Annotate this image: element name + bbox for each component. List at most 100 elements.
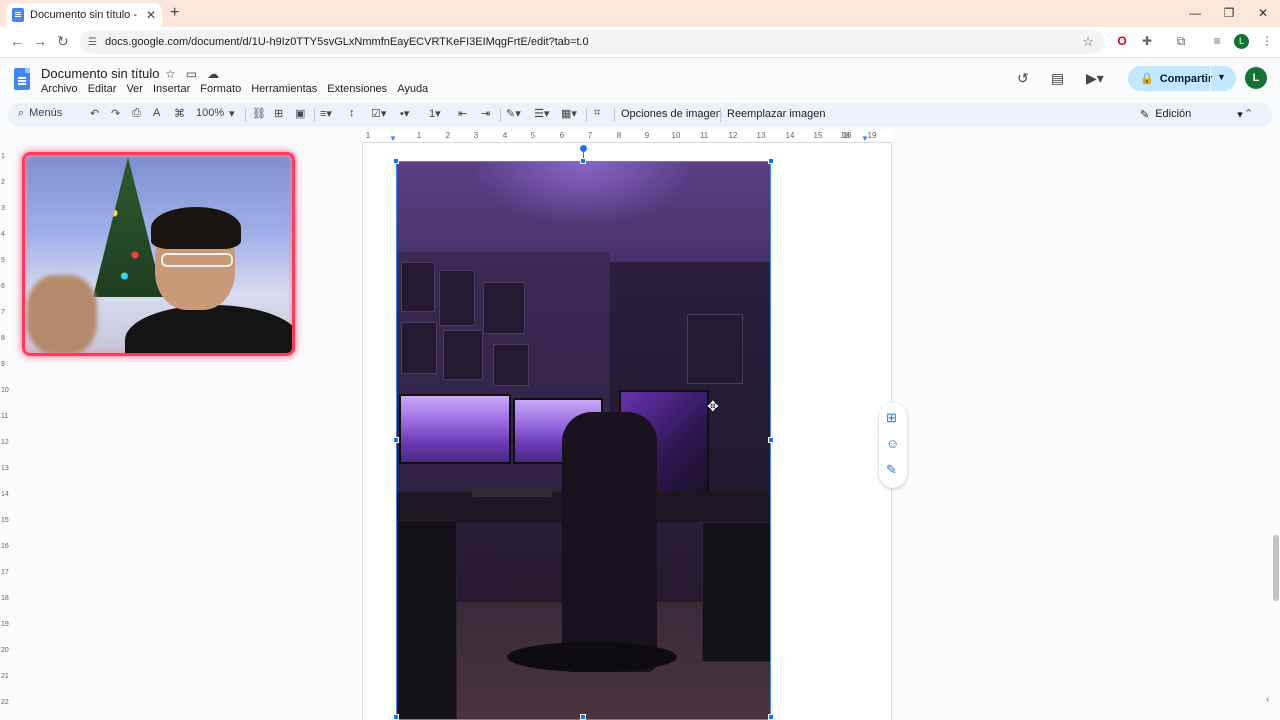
undo-icon[interactable]: ↶ — [90, 107, 99, 120]
bulleted-list-icon[interactable]: •▾ — [400, 107, 409, 120]
numbered-list-icon[interactable]: 1▾ — [429, 107, 441, 120]
menu-formato[interactable]: Formato — [200, 83, 246, 95]
inserted-image[interactable] — [396, 161, 771, 720]
border-color-icon[interactable]: ✎▾ — [506, 107, 521, 120]
resize-handle-bottom[interactable] — [580, 714, 586, 720]
move-folder-icon[interactable]: ▭ — [186, 67, 197, 81]
add-comment-icon[interactable]: ⊞ — [274, 107, 283, 120]
zoom-select[interactable]: 100% — [196, 107, 224, 119]
scrollbar-thumb[interactable] — [1273, 535, 1279, 601]
increase-indent-icon[interactable]: ⇥ — [481, 107, 490, 120]
image-monitor-left — [399, 394, 511, 464]
resize-handle-right[interactable] — [768, 437, 774, 443]
image-options-button[interactable]: Opciones de imagen — [621, 108, 722, 120]
browser-tab[interactable]: Documento sin título - Docum ✕ — [6, 3, 162, 27]
close-window-icon[interactable]: ✕ — [1246, 0, 1280, 27]
horizontal-ruler[interactable]: 1 1 2 3 4 5 6 7 8 9 10 11 12 13 14 15 16… — [362, 131, 892, 143]
vruler-tick: 10 — [1, 387, 9, 394]
resize-handle-bottom-right[interactable] — [768, 714, 774, 720]
replace-image-button[interactable]: Reemplazar imagen — [727, 108, 825, 120]
webcam-person-glasses — [161, 253, 233, 267]
add-comment-icon[interactable]: ⊞ — [886, 410, 897, 426]
resize-handle-top-right[interactable] — [768, 158, 774, 164]
side-panel-toggle-icon[interactable]: ‹ — [1266, 694, 1269, 705]
profile-avatar-small[interactable]: L — [1234, 34, 1249, 49]
print-icon[interactable]: ⎙ — [132, 107, 141, 120]
paint-format-icon[interactable]: ⌘ — [174, 107, 185, 120]
menu-archivo[interactable]: Archivo — [41, 83, 83, 95]
docs-header: Documento sin título ☆ ▭ ☁ Archivo Edita… — [0, 58, 1280, 102]
vruler-tick: 5 — [1, 257, 5, 264]
reload-icon[interactable]: ↻ — [57, 33, 69, 50]
browser-menu-icon[interactable]: ⋮ — [1260, 34, 1274, 48]
image-shelf-poster — [687, 314, 743, 384]
suggest-edits-icon[interactable]: ✎ — [886, 462, 897, 478]
account-avatar[interactable]: L — [1245, 67, 1267, 89]
editing-mode-select[interactable]: ✎ Edición ▾ — [1140, 108, 1243, 121]
rotation-handle[interactable] — [580, 145, 587, 152]
resize-handle-top-left[interactable] — [393, 158, 399, 164]
mode-dropdown-icon: ▾ — [1237, 109, 1243, 121]
resize-handle-top[interactable] — [580, 158, 586, 164]
site-info-icon[interactable]: ☰ — [88, 37, 97, 48]
close-tab-icon[interactable]: ✕ — [146, 8, 156, 22]
webcam-person-body — [125, 305, 292, 353]
document-scrollbar[interactable] — [1272, 143, 1280, 720]
window-controls: — ❐ ✕ — [1178, 0, 1280, 27]
reading-list-icon[interactable]: ≡ — [1210, 34, 1224, 48]
forward-icon[interactable]: → — [33, 33, 47, 49]
toolbar-divider — [614, 108, 615, 122]
checklist-icon[interactable]: ☑▾ — [371, 107, 386, 120]
vertical-ruler[interactable]: 1 2 3 4 5 6 7 8 9 10 11 12 13 14 15 16 1… — [0, 143, 10, 720]
right-indent-marker-icon[interactable]: ▼ — [861, 134, 869, 143]
ruler-tick: 10 — [671, 131, 681, 140]
address-bar[interactable]: ☰ docs.google.com/document/d/1U-h9Iz0TTY… — [80, 30, 1104, 54]
menu-ver[interactable]: Ver — [126, 83, 148, 95]
add-emoji-reaction-icon[interactable]: ☺ — [886, 436, 899, 451]
minimize-icon[interactable]: — — [1178, 0, 1212, 27]
extensions-icon[interactable]: ✚ — [1140, 34, 1154, 48]
menu-editar[interactable]: Editar — [88, 83, 122, 95]
menu-ayuda[interactable]: Ayuda — [397, 83, 433, 95]
menu-bar: Archivo Editar Ver Insertar Formato Herr… — [41, 83, 438, 95]
docs-logo-icon[interactable] — [14, 68, 30, 90]
resize-handle-left[interactable] — [393, 437, 399, 443]
menu-herramientas[interactable]: Herramientas — [251, 83, 322, 95]
move-cursor-icon: ✥ — [707, 398, 719, 414]
border-dash-icon[interactable]: ▦▾ — [561, 107, 577, 120]
link-icon[interactable]: ⛓ — [252, 107, 266, 120]
menu-search[interactable]: ⌕ Menús — [18, 107, 62, 120]
comments-icon[interactable]: ▤ — [1051, 70, 1064, 87]
vruler-tick: 2 — [1, 179, 5, 186]
new-tab-button[interactable]: + — [170, 4, 179, 22]
star-icon[interactable]: ☆ — [165, 67, 176, 81]
menu-search-label: Menús — [29, 107, 63, 119]
ruler-tick: 1 — [365, 131, 371, 140]
line-spacing-icon[interactable]: ↕ — [349, 107, 355, 119]
redo-icon[interactable]: ↷ — [111, 107, 120, 120]
vruler-tick: 12 — [1, 439, 9, 446]
spellcheck-icon[interactable]: A — [153, 107, 160, 119]
align-icon[interactable]: ≡▾ — [320, 107, 332, 120]
back-icon[interactable]: ← — [10, 33, 24, 49]
menu-insertar[interactable]: Insertar — [153, 83, 195, 95]
collapse-toolbar-icon[interactable]: ⌃ — [1244, 107, 1253, 120]
left-indent-marker-icon[interactable]: ▼ — [389, 134, 397, 143]
insert-image-icon[interactable]: ▣ — [295, 107, 305, 120]
zoom-dropdown-icon[interactable]: ▾ — [229, 107, 235, 120]
meet-icon[interactable]: ▶▾ — [1086, 70, 1104, 87]
crop-icon[interactable]: ⌗ — [594, 107, 600, 120]
document-title[interactable]: Documento sin título — [41, 66, 160, 81]
bookmark-star-icon[interactable]: ☆ — [1082, 34, 1094, 50]
restore-icon[interactable]: ❐ — [1212, 0, 1246, 27]
opera-extension-icon[interactable]: O — [1115, 34, 1129, 48]
border-weight-icon[interactable]: ☰▾ — [534, 107, 549, 120]
share-button[interactable]: 🔒 Compartir ▼ — [1128, 66, 1236, 91]
decrease-indent-icon[interactable]: ⇤ — [458, 107, 467, 120]
version-history-icon[interactable]: ↺ — [1017, 70, 1029, 87]
cast-icon[interactable]: ⧉ — [1174, 34, 1188, 48]
share-dropdown-icon[interactable]: ▼ — [1217, 72, 1226, 82]
cloud-status-icon[interactable]: ☁ — [207, 67, 219, 81]
resize-handle-bottom-left[interactable] — [393, 714, 399, 720]
menu-extensiones[interactable]: Extensiones — [327, 83, 392, 95]
